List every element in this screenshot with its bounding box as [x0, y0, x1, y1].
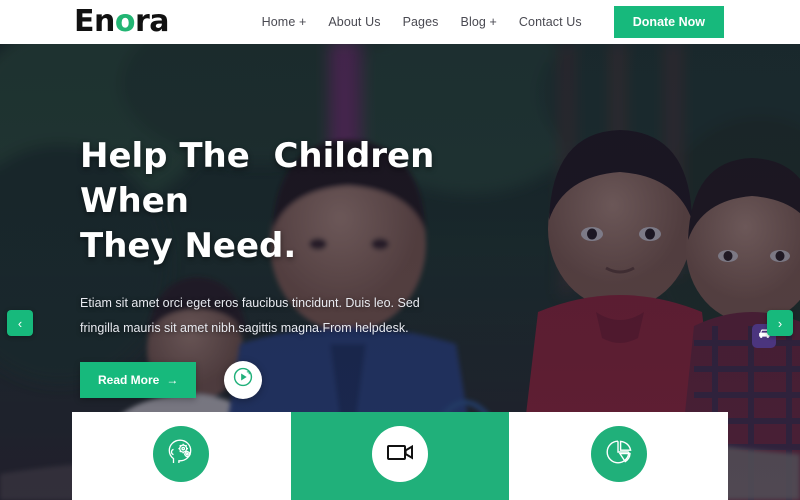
- donate-now-button[interactable]: Donate Now: [613, 6, 724, 38]
- feature-card-chart[interactable]: [509, 412, 729, 500]
- slider-prev-button[interactable]: ‹: [7, 310, 33, 336]
- logo-suffix: ra: [134, 4, 170, 39]
- feature-card-video[interactable]: [290, 412, 510, 500]
- play-video-button[interactable]: [224, 360, 263, 399]
- nav-about-us[interactable]: About Us: [328, 15, 380, 29]
- nav-blog[interactable]: Blog +: [461, 15, 497, 29]
- read-more-button[interactable]: Read More →: [80, 361, 197, 398]
- arrow-right-icon: →: [166, 372, 179, 387]
- logo-accent-letter: o: [114, 4, 136, 39]
- feature-card-row: [72, 412, 729, 500]
- primary-navigation: Home + About Us Pages Blog + Contact Us …: [262, 6, 786, 38]
- nav-pages[interactable]: Pages: [403, 15, 439, 29]
- slider-next-button[interactable]: ›: [767, 310, 793, 336]
- chevron-left-icon: ‹: [17, 315, 23, 331]
- site-logo[interactable]: Enora: [74, 4, 170, 39]
- hero-title: Help The Children When They Need.: [80, 136, 435, 266]
- hero-description: Etiam sit amet orci eget eros faucibus t…: [80, 295, 420, 335]
- head-gears-icon: [165, 436, 197, 473]
- hero-actions: Read More →: [80, 360, 550, 399]
- nav-home[interactable]: Home +: [262, 15, 307, 29]
- hero-content: Help The Children When They Need. Etiam …: [80, 134, 550, 399]
- landing-page: Enora Home + About Us Pages Blog + Conta…: [0, 0, 800, 500]
- site-header: Enora Home + About Us Pages Blog + Conta…: [0, 0, 800, 44]
- chevron-right-icon: ›: [777, 315, 783, 331]
- read-more-label: Read More: [98, 372, 160, 387]
- logo-prefix: En: [74, 4, 115, 39]
- nav-contact-us[interactable]: Contact Us: [519, 15, 582, 29]
- feature-icon-circle: [372, 426, 428, 482]
- play-circle-icon: [232, 366, 254, 393]
- video-camera-icon: [383, 435, 417, 474]
- feature-icon-circle: [590, 426, 647, 482]
- pie-chart-icon: [603, 436, 635, 473]
- feature-icon-circle: [153, 426, 210, 482]
- feature-card-mind[interactable]: [72, 412, 291, 500]
